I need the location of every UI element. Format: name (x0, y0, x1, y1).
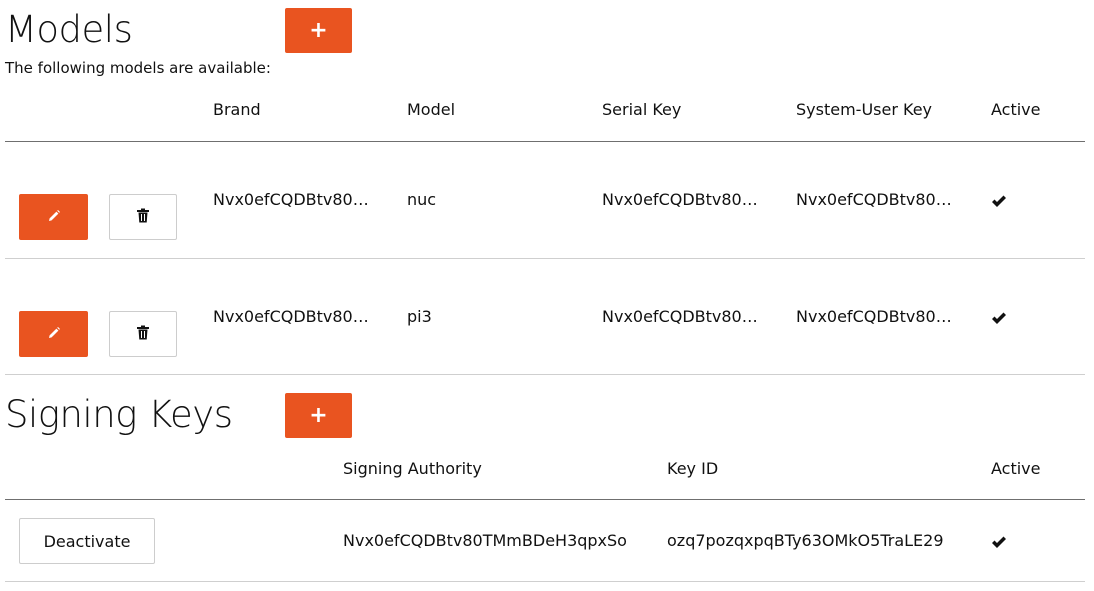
trash-icon (136, 325, 150, 344)
checkmark-icon (991, 193, 1007, 212)
column-header-active: Active (991, 459, 1041, 478)
plus-icon: + (309, 402, 328, 428)
row-divider (5, 258, 1085, 259)
add-model-button[interactable]: + (285, 8, 352, 53)
pencil-icon (47, 208, 61, 227)
plus-icon: + (309, 17, 328, 43)
checkmark-icon (991, 534, 1007, 553)
edit-model-button[interactable] (19, 194, 88, 240)
models-header-divider (5, 141, 1085, 142)
edit-model-button[interactable] (19, 311, 88, 357)
checkmark-icon (991, 310, 1007, 329)
model-row-model: nuc (407, 190, 437, 209)
signing-key-row-authority: Nvx0efCQDBtv80TMmBDeH3qpxSo (343, 531, 627, 550)
signing-keys-header-divider (5, 499, 1085, 500)
column-header-system-user-key: System-User Key (796, 100, 932, 119)
column-header-model: Model (407, 100, 456, 119)
model-row-system-user-key: Nvx0efCQDBtv80TMmBDeH3qpxSo (796, 190, 958, 209)
delete-model-button[interactable] (109, 311, 177, 357)
pencil-icon (47, 325, 61, 344)
model-row-brand: Nvx0efCQDBtv80TMmBDeH3qpxSo (213, 190, 375, 209)
trash-icon (136, 208, 150, 227)
row-divider (5, 374, 1085, 375)
signing-key-row-key-id: ozq7pozqxpqBTy63OMkO5TraLE29 (667, 531, 944, 550)
model-row-brand: Nvx0efCQDBtv80TMmBDeH3qpxSo (213, 307, 375, 326)
column-header-signing-authority: Signing Authority (343, 459, 482, 478)
column-header-serial-key: Serial Key (602, 100, 682, 119)
models-title: Models (5, 8, 133, 51)
column-header-brand: Brand (213, 100, 261, 119)
add-signing-key-button[interactable]: + (285, 393, 352, 438)
signing-keys-title: Signing Keys (5, 393, 233, 436)
model-row-serial-key: Nvx0efCQDBtv80TMmBDeH3qpxSo (602, 190, 764, 209)
deactivate-button[interactable]: Deactivate (19, 518, 155, 564)
model-row-system-user-key: Nvx0efCQDBtv80TMmBDeH3qpxSo (796, 307, 958, 326)
delete-model-button[interactable] (109, 194, 177, 240)
deactivate-label: Deactivate (43, 531, 131, 551)
column-header-active: Active (991, 100, 1041, 119)
row-divider (5, 581, 1085, 582)
model-row-serial-key: Nvx0efCQDBtv80TMmBDeH3qpxSo (602, 307, 764, 326)
models-subtitle: The following models are available: (5, 59, 271, 77)
model-row-model: pi3 (407, 307, 432, 326)
column-header-key-id: Key ID (667, 459, 719, 478)
